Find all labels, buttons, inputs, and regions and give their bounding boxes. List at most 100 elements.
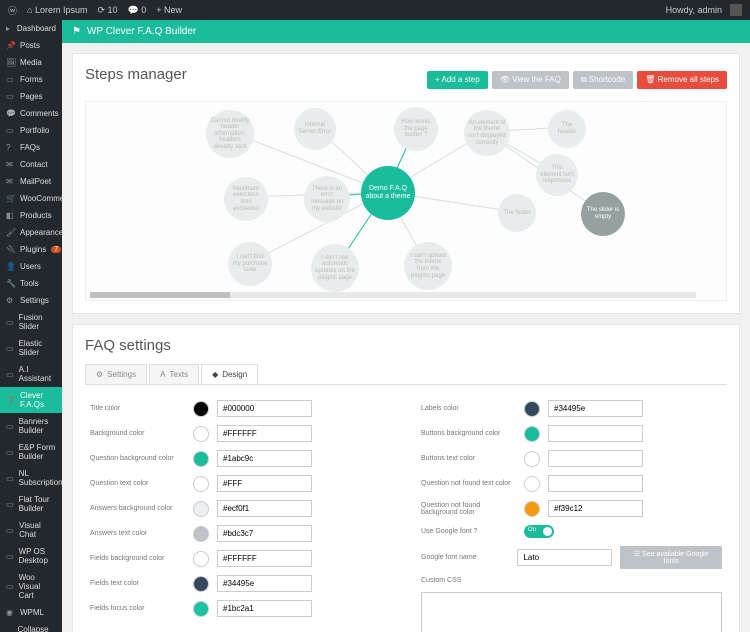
color-swatch[interactable] [193,526,209,542]
menu-item-contact[interactable]: ✉Contact [0,156,62,173]
menu-item-fusion-slider[interactable]: ▭Fusion Slider [0,309,62,335]
color-input[interactable] [548,500,643,517]
menu-item-wpml[interactable]: ◉WPML [0,604,62,621]
color-input[interactable] [217,450,312,467]
menu-item-e-p-form-builder[interactable]: ▭E&P Form Builder [0,439,62,465]
menu-item-a-i-assistant[interactable]: ▭A.I Assistant [0,361,62,387]
site-name[interactable]: ⌂ Lorem Ipsum [27,5,87,15]
menu-item-clever-f-a-qs[interactable]: ❓Clever F.A.Qs [0,387,62,413]
menu-item-users[interactable]: 👤Users [0,258,62,275]
tab-settings[interactable]: ⚙Settings [85,364,147,384]
menu-item-tools[interactable]: 🔧Tools [0,275,62,292]
menu-item-woocommerce[interactable]: 🛒WooCommerce [0,190,62,207]
menu-item-collapse-menu[interactable]: ◀Collapse menu [0,621,62,632]
new-content[interactable]: + New [156,5,182,15]
color-row: Labels color [421,400,722,417]
greeting[interactable]: Howdy, admin [666,5,722,15]
color-swatch[interactable] [193,401,209,417]
menu-item-dashboard[interactable]: ▸Dashboard [0,20,62,37]
menu-item-nl-subscription[interactable]: ▭NL Subscription [0,465,62,491]
node[interactable]: The header [548,110,586,148]
node[interactable]: This element isn't responsive [536,154,578,196]
menu-item-products[interactable]: ◧Products [0,207,62,224]
menu-item-settings[interactable]: ⚙Settings [0,292,62,309]
gfont-toggle[interactable]: On [524,525,554,538]
color-input[interactable] [217,425,312,442]
node-main[interactable]: Demo F.A.Q about a theme [361,166,415,220]
color-swatch[interactable] [193,501,209,517]
add-step-button[interactable]: + Add a step [427,71,488,89]
menu-item-posts[interactable]: 📌Posts [0,37,62,54]
color-swatch[interactable] [193,576,209,592]
node[interactable]: Maximum execution time exceeded [224,177,268,221]
node[interactable]: There is an error message on my website [304,176,350,222]
view-faq-button[interactable]: 👁 View the FAQ [492,71,569,89]
color-input[interactable] [217,500,312,517]
mindmap-canvas[interactable]: Cannot modify header information: header… [85,101,727,301]
gfont-name-input[interactable] [517,549,612,566]
color-swatch[interactable] [524,401,540,417]
menu-item-wp-os-desktop[interactable]: ▭WP OS Desktop [0,543,62,569]
menu-item-flat-tour-builder[interactable]: ▭Flat Tour Builder [0,491,62,517]
menu-item-portfolio[interactable]: ▭Portfolio [0,122,62,139]
custom-css-textarea[interactable] [421,592,722,632]
menu-item-elastic-slider[interactable]: ▭Elastic Slider [0,335,62,361]
menu-item-banners-builder[interactable]: ▭Banners Builder [0,413,62,439]
see-fonts-button[interactable]: ☰ See available Google fonts [620,546,722,569]
color-swatch[interactable] [524,426,540,442]
color-swatch[interactable] [524,451,540,467]
comments-icon[interactable]: 💬 0 [128,5,147,16]
steps-title: Steps manager [85,66,187,83]
menu-item-mailpoet[interactable]: ✉MailPoet [0,173,62,190]
color-swatch[interactable] [193,451,209,467]
wp-logo-icon[interactable]: ⓦ [8,4,17,17]
tab-design[interactable]: ◆Design [201,364,258,384]
color-swatch[interactable] [193,426,209,442]
color-input[interactable] [217,475,312,492]
menu-icon: ▭ [6,552,14,561]
node[interactable]: How works the page builder ? [394,107,438,151]
color-input[interactable] [548,400,643,417]
menu-item-media[interactable]: 🖼Media [0,54,62,71]
avatar-icon[interactable] [730,4,742,16]
field-label: Use Google font ? [421,528,516,535]
menu-item-forms[interactable]: ▭Forms [0,71,62,88]
node[interactable]: An element of the theme isn't displayed … [464,110,510,156]
color-input[interactable] [217,600,312,617]
color-input[interactable] [548,425,643,442]
color-swatch[interactable] [524,476,540,492]
color-swatch[interactable] [193,476,209,492]
menu-item-pages[interactable]: ▭Pages [0,88,62,105]
node[interactable]: Internal Server Error [294,108,336,150]
tab-texts[interactable]: ATexts [149,364,199,384]
node[interactable]: The slider is empty [581,192,625,236]
steps-panel: Steps manager + Add a step 👁 View the FA… [72,53,740,314]
menu-item-woo-visual-cart[interactable]: ▭Woo Visual Cart [0,569,62,604]
menu-item-faqs[interactable]: ?FAQs [0,139,62,156]
menu-icon: 👤 [6,262,15,271]
color-swatch[interactable] [524,501,540,517]
remove-all-button[interactable]: 🗑 Remove all steps [637,71,727,89]
updates-icon[interactable]: ⟳ 10 [97,5,117,16]
color-input[interactable] [548,450,643,467]
color-swatch[interactable] [193,601,209,617]
color-input[interactable] [217,550,312,567]
color-swatch[interactable] [193,551,209,567]
color-row: Question not found text color [421,475,722,492]
menu-icon: ▭ [6,500,14,509]
node[interactable]: The footer [498,194,536,232]
horizontal-scrollbar[interactable] [90,292,696,298]
node[interactable]: I can't find my purchase code [228,242,272,286]
shortcode-button[interactable]: ⧉ Shortcode [573,71,633,89]
color-input[interactable] [217,400,312,417]
menu-item-plugins[interactable]: 🔌Plugins7 [0,241,62,258]
menu-item-visual-chat[interactable]: ▭Visual Chat [0,517,62,543]
color-input[interactable] [548,475,643,492]
node[interactable]: I don't see automatic updates on the plu… [311,244,359,292]
menu-item-comments[interactable]: 💬Comments [0,105,62,122]
color-input[interactable] [217,575,312,592]
menu-item-appearance[interactable]: 🖌Appearance [0,224,62,241]
node[interactable]: I can't upload the theme from the plugin… [404,242,452,290]
node[interactable]: Cannot modify header information: header… [206,110,254,158]
color-input[interactable] [217,525,312,542]
